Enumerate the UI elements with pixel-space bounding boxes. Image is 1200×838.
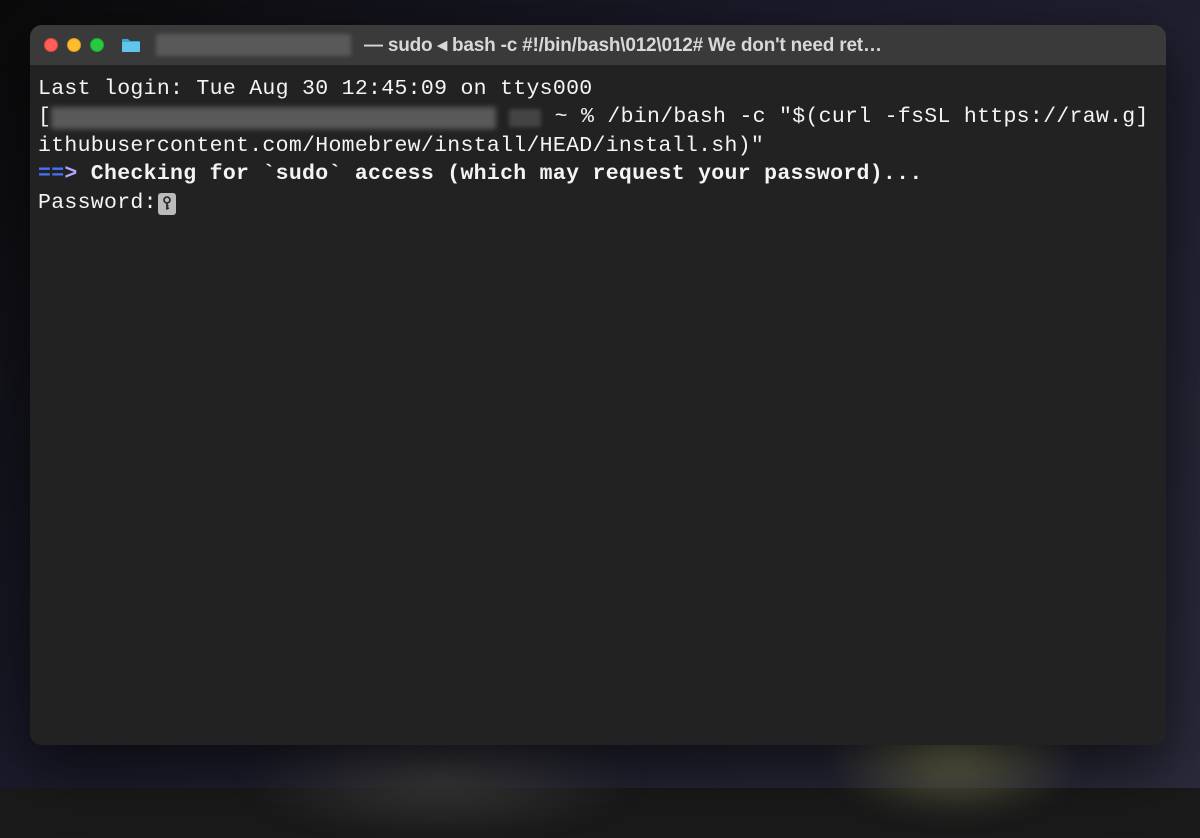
- minimize-button[interactable]: [67, 38, 81, 52]
- terminal-body[interactable]: Last login: Tue Aug 30 12:45:09 on ttys0…: [30, 65, 1166, 745]
- close-button[interactable]: [44, 38, 58, 52]
- command-line-2: ithubusercontent.com/Homebrew/install/HE…: [38, 132, 1158, 160]
- folder-icon: [121, 37, 141, 53]
- bracket-close: ]: [1136, 105, 1149, 129]
- prompt-redacted: [51, 107, 496, 129]
- command-part-1: /bin/bash -c "$(curl -fsSL https://raw.g: [607, 105, 1135, 129]
- window-title: — sudo ◂ bash -c #!/bin/bash\012\012# We…: [364, 34, 1152, 57]
- last-login-line: Last login: Tue Aug 30 12:45:09 on ttys0…: [38, 75, 1158, 103]
- arrow-equals: ==: [38, 162, 64, 186]
- terminal-window: — sudo ◂ bash -c #!/bin/bash\012\012# We…: [30, 25, 1166, 745]
- bracket-open: [: [38, 105, 51, 129]
- prompt-suffix: ~ %: [541, 105, 607, 129]
- traffic-lights: [44, 38, 104, 52]
- key-icon: [158, 193, 176, 215]
- password-prompt: Password:: [38, 191, 157, 215]
- password-line: Password:: [38, 189, 1158, 217]
- checking-line: ==> Checking for `sudo` access (which ma…: [38, 160, 1158, 188]
- title-bar[interactable]: — sudo ◂ bash -c #!/bin/bash\012\012# We…: [30, 25, 1166, 65]
- maximize-button[interactable]: [90, 38, 104, 52]
- arrow-gt: >: [64, 162, 77, 186]
- prompt-line: [ ~ % /bin/bash -c "$(curl -fsSL https:/…: [38, 103, 1158, 131]
- prompt-redacted-2: [509, 109, 541, 127]
- title-redacted: [156, 34, 351, 56]
- checking-text: Checking for `sudo` access (which may re…: [78, 162, 923, 186]
